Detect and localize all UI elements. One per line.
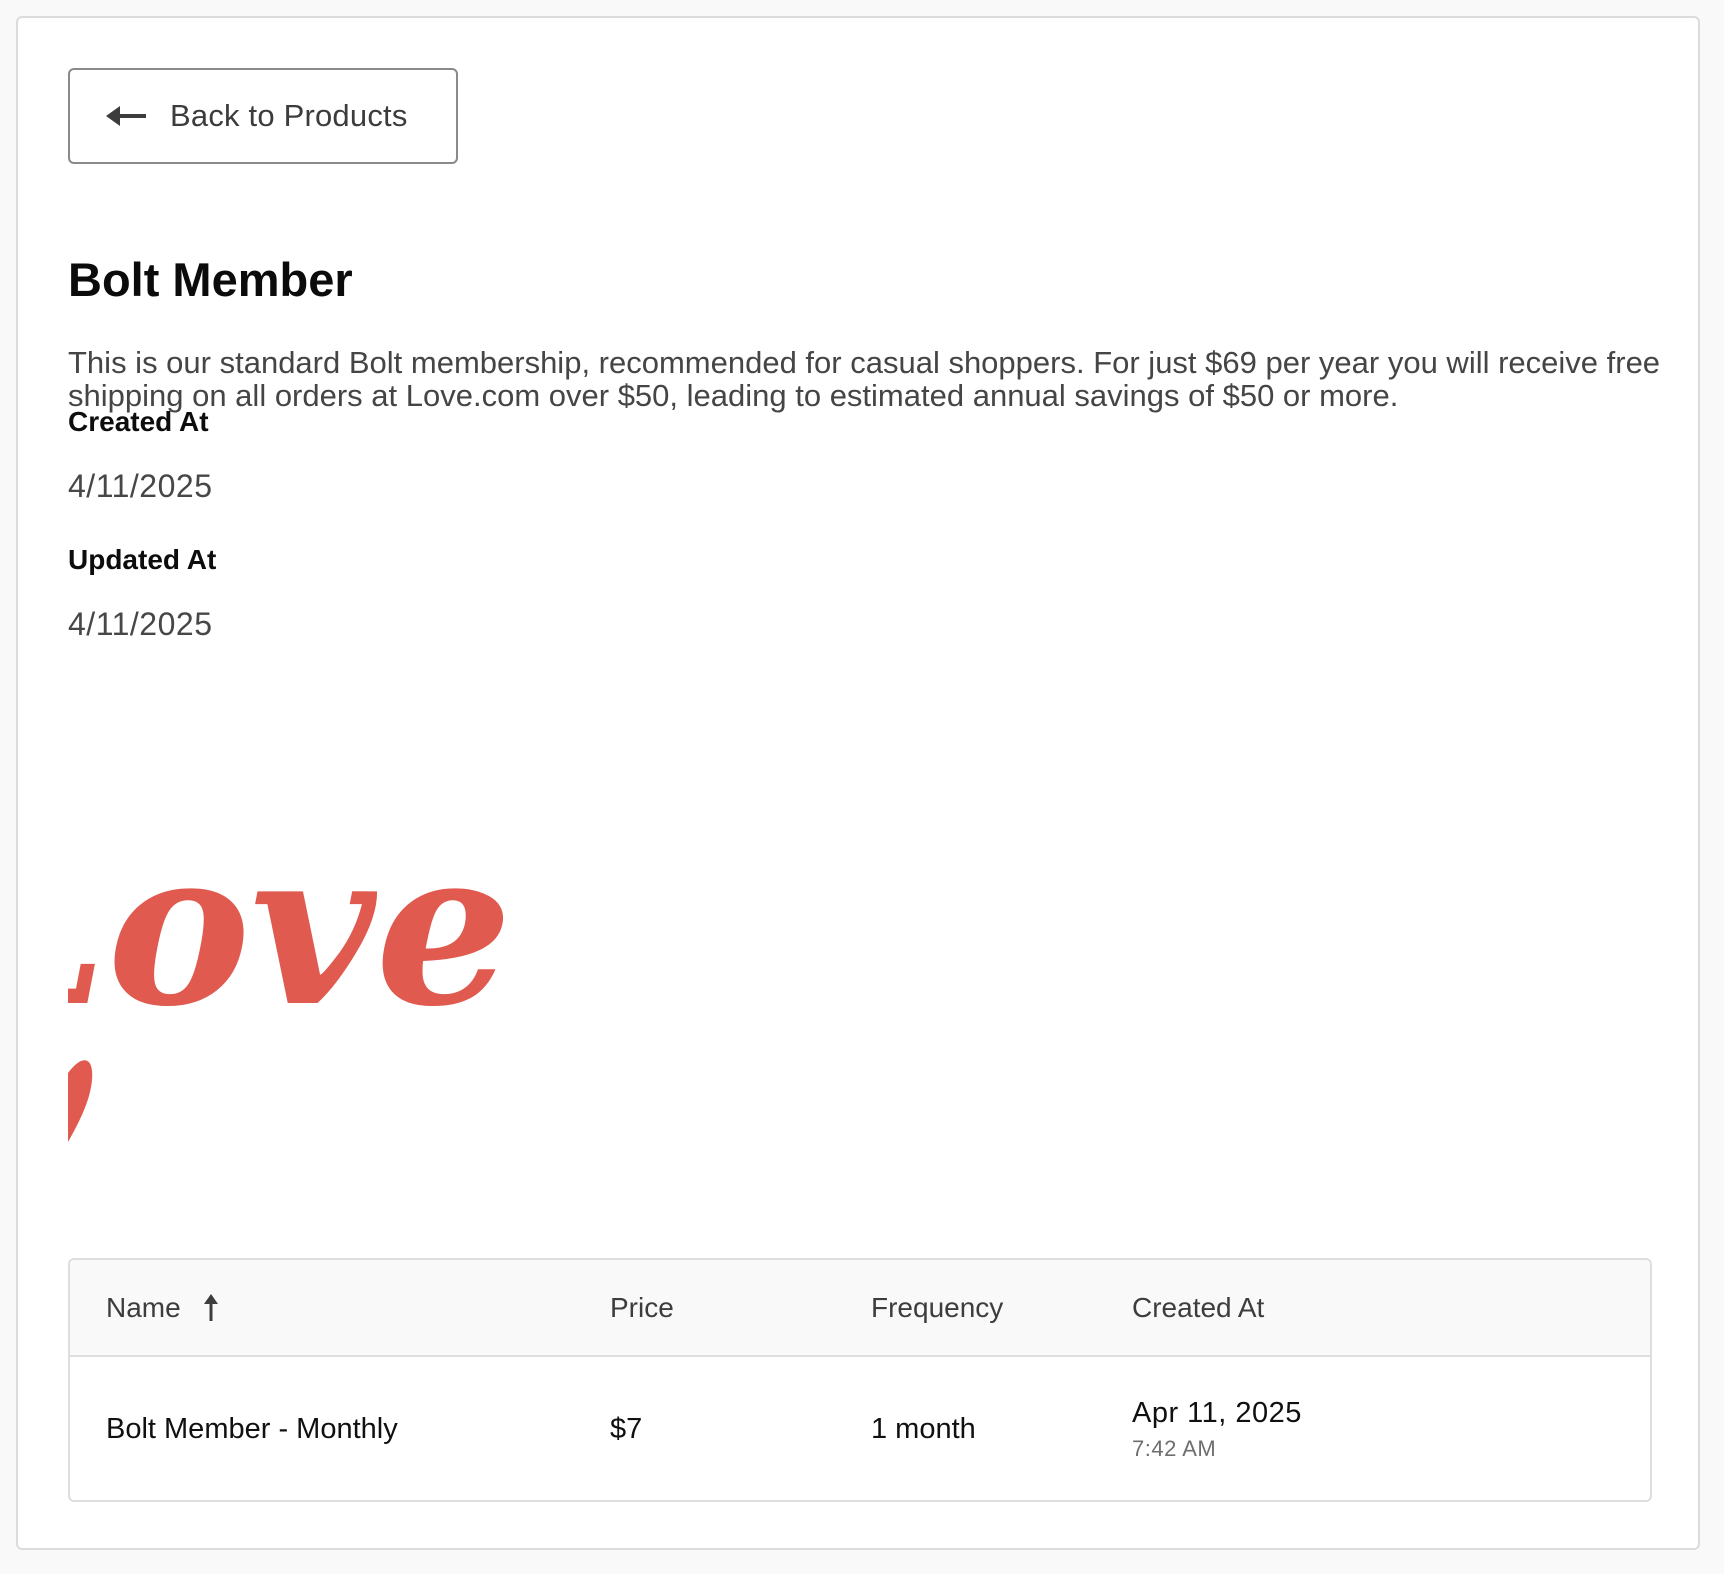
arrow-left-icon	[106, 102, 148, 130]
updated-at-value: 4/11/2025	[68, 606, 213, 642]
page-title: Bolt Member	[68, 253, 353, 306]
price-name-cell: Bolt Member - Monthly	[106, 1413, 398, 1445]
column-header-frequency[interactable]: Frequency	[871, 1260, 1003, 1355]
table-row[interactable]: Bolt Member - Monthly $7 1 month Apr 11,…	[70, 1357, 1650, 1500]
back-to-products-button[interactable]: Back to Products	[68, 68, 458, 164]
created-date: Apr 11, 2025	[1132, 1397, 1302, 1429]
arrow-up-icon	[201, 1293, 221, 1323]
love-logo: Love.	[68, 818, 508, 1142]
column-header-price[interactable]: Price	[610, 1260, 674, 1355]
product-description: This is our standard Bolt membership, re…	[68, 345, 1661, 413]
updated-at-label: Updated At	[68, 544, 217, 575]
product-detail-card: Back to Products Bolt Member This is our…	[16, 16, 1700, 1550]
back-button-label: Back to Products	[170, 98, 408, 133]
column-header-created-at[interactable]: Created At	[1132, 1260, 1264, 1355]
column-header-name[interactable]: Name	[106, 1260, 221, 1355]
created-at-value: 4/11/2025	[68, 468, 213, 504]
product-image: Love.	[68, 818, 508, 1158]
price-frequency-cell: 1 month	[871, 1413, 976, 1445]
created-at-label: Created At	[68, 406, 209, 437]
price-amount-cell: $7	[610, 1413, 643, 1445]
svg-text:Love.: Love.	[68, 818, 508, 1054]
price-created-at-cell: Apr 11, 2025 7:42 AM	[1132, 1357, 1302, 1500]
table-header: Name Price Frequency Created At	[70, 1260, 1650, 1357]
column-header-name-label: Name	[106, 1291, 181, 1323]
created-time: 7:42 AM	[1132, 1436, 1217, 1461]
prices-table: Name Price Frequency Created At Bolt Mem…	[68, 1258, 1652, 1502]
